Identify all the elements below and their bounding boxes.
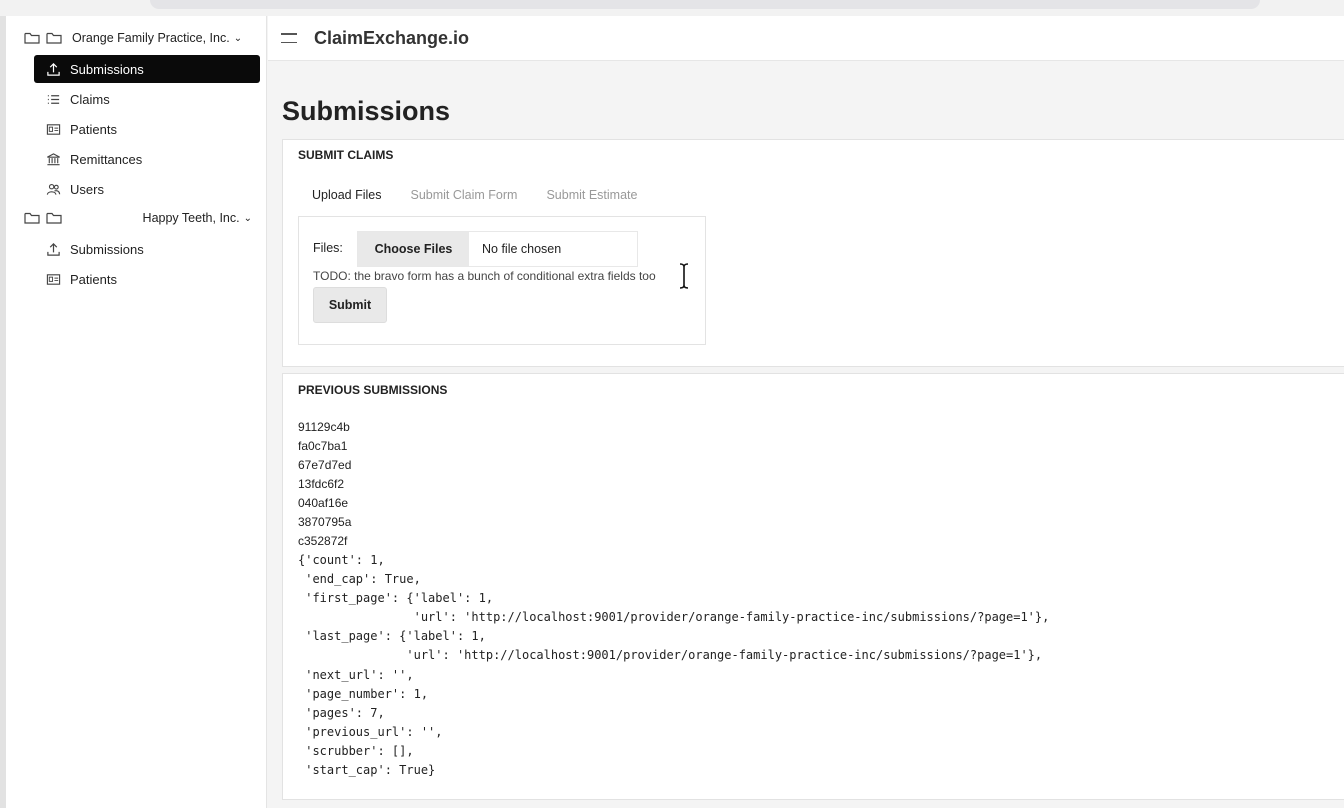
submission-id-list: 91129c4b fa0c7ba1 67e7d7ed 13fdc6f2 040a… xyxy=(298,418,351,551)
files-label: Files: xyxy=(313,241,343,255)
folder-open-icon xyxy=(46,212,62,224)
submit-tabs: Upload Files Submit Claim Form Submit Es… xyxy=(312,188,666,202)
chevron-down-icon[interactable]: ⌄ xyxy=(244,213,252,224)
org-orange-family-practice[interactable]: Orange Family Practice, Inc. ⌄ xyxy=(24,26,242,50)
tab-upload-files[interactable]: Upload Files xyxy=(312,188,381,202)
folder-icons xyxy=(24,31,62,45)
sidebar-item-claims[interactable]: Claims xyxy=(34,85,260,113)
brand-title: ClaimExchange.io xyxy=(314,27,470,48)
folder-icons xyxy=(24,211,62,225)
browser-top-strip xyxy=(0,0,1344,16)
todo-note: TODO: the bravo form has a bunch of cond… xyxy=(313,269,656,283)
text-cursor-icon xyxy=(679,263,689,289)
sidebar-item-patients[interactable]: Patients xyxy=(34,115,260,143)
top-bar: ClaimExchange.io xyxy=(268,16,1344,61)
sidebar-item-users[interactable]: Users xyxy=(34,175,260,203)
pagination-debug-dump: {'count': 1, 'end_cap': True, 'first_pag… xyxy=(298,553,1050,778)
list-icon xyxy=(47,94,60,104)
previous-submissions-card: PREVIOUS SUBMISSIONS 91129c4b fa0c7ba1 6… xyxy=(282,373,1344,800)
submission-id-link[interactable]: 3870795a xyxy=(298,513,351,532)
sidebar-item-label: Patients xyxy=(70,271,117,287)
no-file-chosen-text: No file chosen xyxy=(482,242,562,256)
chevron-down-icon[interactable]: ⌄ xyxy=(234,33,242,44)
sidebar-item-label: Patients xyxy=(70,121,117,137)
sidebar-item-label: Remittances xyxy=(70,151,143,167)
upload-icon xyxy=(47,62,60,76)
id-card-icon xyxy=(46,273,61,285)
submission-id-link[interactable]: 040af16e xyxy=(298,494,351,513)
sidebar-item-label: Users xyxy=(70,181,104,197)
upload-form: Files: Choose Files No file chosen TODO:… xyxy=(298,216,706,345)
sidebar-item-remittances[interactable]: Remittances xyxy=(34,145,260,173)
file-input[interactable]: Choose Files No file chosen xyxy=(357,231,638,267)
org-name: Orange Family Practice, Inc. xyxy=(72,31,230,45)
address-bar[interactable] xyxy=(150,0,1260,9)
submission-id-link[interactable]: 67e7d7ed xyxy=(298,456,351,475)
folder-icon xyxy=(24,32,40,44)
sidebar-item-label: Claims xyxy=(70,91,110,107)
tab-submit-estimate[interactable]: Submit Estimate xyxy=(546,188,637,202)
choose-files-button[interactable]: Choose Files xyxy=(358,232,469,266)
card-title: PREVIOUS SUBMISSIONS xyxy=(298,383,448,397)
users-icon xyxy=(46,183,61,195)
upload-icon xyxy=(47,242,60,256)
submit-button[interactable]: Submit xyxy=(313,287,387,323)
page-title: Submissions xyxy=(282,96,451,126)
submission-id-link[interactable]: 13fdc6f2 xyxy=(298,475,351,494)
card-title: SUBMIT CLAIMS xyxy=(298,148,394,162)
bank-icon xyxy=(47,152,60,165)
hamburger-menu-icon[interactable] xyxy=(281,33,297,43)
sidebar-item-label: Submissions xyxy=(70,61,144,77)
sidebar-item-patients[interactable]: Patients xyxy=(34,265,260,293)
folder-icon xyxy=(24,212,40,224)
sidebar-item-submissions[interactable]: Submissions xyxy=(34,235,260,263)
tab-submit-claim-form[interactable]: Submit Claim Form xyxy=(410,188,517,202)
submission-id-link[interactable]: 91129c4b xyxy=(298,418,351,437)
id-card-icon xyxy=(46,123,61,135)
sidebar: Orange Family Practice, Inc. ⌄ Submissio… xyxy=(6,16,267,808)
submission-id-link[interactable]: fa0c7ba1 xyxy=(298,437,351,456)
sidebar-item-label: Submissions xyxy=(70,241,144,257)
sidebar-item-submissions[interactable]: Submissions xyxy=(34,55,260,83)
folder-open-icon xyxy=(46,32,62,44)
main-content: ClaimExchange.io Submissions SUBMIT CLAI… xyxy=(268,16,1344,808)
org-happy-teeth[interactable]: Happy Teeth, Inc. ⌄ xyxy=(24,206,252,230)
submission-id-link[interactable]: c352872f xyxy=(298,532,351,551)
org-name: Happy Teeth, Inc. xyxy=(142,211,240,225)
submit-claims-card: SUBMIT CLAIMS Upload Files Submit Claim … xyxy=(282,139,1344,367)
